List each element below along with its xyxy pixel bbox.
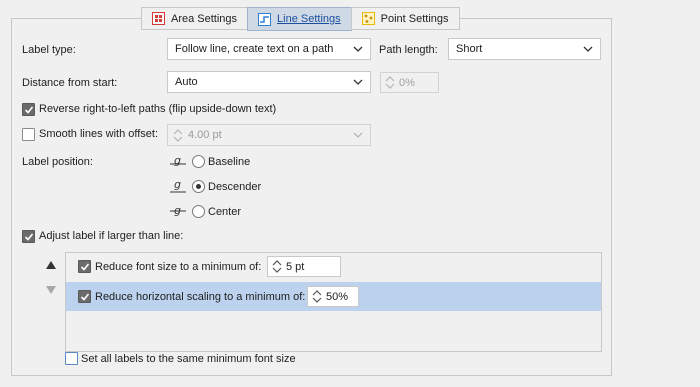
checkmark-icon — [24, 106, 34, 114]
tab-line-settings-label: Line Settings — [277, 13, 341, 25]
reduce-font-size-value: 5 pt — [286, 260, 305, 273]
smooth-lines-checkbox[interactable] — [22, 128, 35, 141]
spinner-arrows-icon — [312, 290, 322, 303]
baseline-position-icon: g — [170, 154, 186, 167]
spinner-arrows-icon — [272, 260, 282, 273]
checkmark-icon — [80, 293, 90, 301]
smooth-lines-label: Smooth lines with offset: — [39, 128, 159, 140]
reduce-horizontal-scaling-spinner[interactable]: 50% — [307, 286, 359, 307]
distance-percent-value: 0% — [399, 76, 415, 89]
label-type-label: Label type: — [22, 44, 76, 56]
path-length-value: Short — [456, 43, 483, 55]
same-min-font-label: Set all labels to the same minimum font … — [81, 353, 296, 365]
smooth-lines-offset-field[interactable]: 4.00 pt — [167, 124, 371, 146]
tab-line-settings[interactable]: Line Settings — [247, 7, 352, 31]
descender-glyph: g — [174, 179, 181, 191]
baseline-glyph: g — [174, 154, 181, 167]
descender-position-icon: g — [170, 179, 186, 193]
descender-label: Descender — [208, 181, 262, 193]
descender-radio[interactable] — [192, 180, 205, 193]
chevron-down-icon — [353, 132, 363, 138]
chevron-down-icon — [583, 46, 593, 52]
label-type-value: Follow line, create text on a path — [175, 43, 334, 55]
distance-label: Distance from start: — [22, 77, 118, 89]
path-length-select[interactable]: Short — [448, 38, 601, 60]
spinner-arrows-icon — [385, 76, 395, 89]
reduce-font-size-label: Reduce font size to a minimum of: — [95, 261, 262, 273]
reduce-horizontal-scaling-value: 50% — [326, 290, 349, 303]
reduce-font-size-checkbox[interactable] — [78, 260, 91, 273]
center-label: Center — [208, 206, 242, 218]
move-down-icon[interactable] — [45, 285, 57, 295]
path-length-label: Path length: — [379, 44, 438, 56]
checkmark-icon — [24, 233, 34, 241]
distance-value: Auto — [175, 76, 198, 88]
distance-select[interactable]: Auto — [167, 71, 371, 93]
tab-bar: Area Settings Line Settings Point Settin… — [141, 7, 460, 31]
tab-point-settings-label: Point Settings — [380, 12, 449, 25]
spinner-arrows-icon — [173, 128, 183, 142]
tab-area-settings-label: Area Settings — [171, 12, 238, 25]
area-settings-icon — [152, 12, 165, 25]
line-settings-icon — [258, 12, 272, 26]
reverse-paths-label: Reverse right-to-left paths (flip upside… — [39, 103, 277, 115]
chevron-down-icon — [353, 79, 363, 85]
reduce-horizontal-scaling-label: Reduce horizontal scaling to a minimum o… — [95, 291, 306, 303]
reduce-font-size-spinner[interactable]: 5 pt — [267, 256, 341, 277]
chevron-down-icon — [353, 46, 363, 52]
distance-percent-spinner[interactable]: 0% — [380, 72, 439, 93]
checkmark-icon — [80, 263, 90, 271]
center-radio[interactable] — [192, 205, 205, 218]
tab-point-settings[interactable]: Point Settings — [350, 7, 460, 30]
smooth-lines-offset-value: 4.00 pt — [188, 129, 222, 141]
baseline-label: Baseline — [208, 156, 251, 168]
label-position-label: Label position: — [22, 156, 93, 168]
same-min-font-checkbox[interactable] — [65, 352, 78, 365]
adjust-options-list: Reduce font size to a minimum of: 5 pt R… — [65, 252, 602, 352]
move-up-icon[interactable] — [45, 260, 57, 270]
baseline-radio[interactable] — [192, 155, 205, 168]
reverse-paths-checkbox[interactable] — [22, 103, 35, 116]
center-position-icon: g — [170, 204, 186, 217]
adjust-label-checkbox[interactable] — [22, 230, 35, 243]
label-type-select[interactable]: Follow line, create text on a path — [167, 38, 371, 60]
adjust-label-label: Adjust label if larger than line: — [39, 230, 184, 242]
point-settings-icon — [361, 12, 375, 25]
reduce-horizontal-scaling-checkbox[interactable] — [78, 290, 91, 303]
tab-area-settings[interactable]: Area Settings — [141, 7, 249, 30]
